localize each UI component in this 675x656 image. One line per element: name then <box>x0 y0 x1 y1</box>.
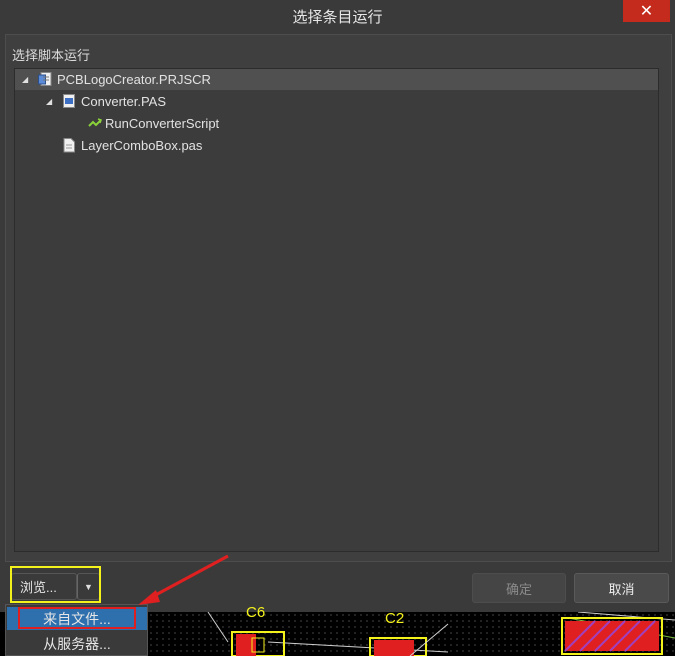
annotation-arrow-icon <box>138 554 229 605</box>
